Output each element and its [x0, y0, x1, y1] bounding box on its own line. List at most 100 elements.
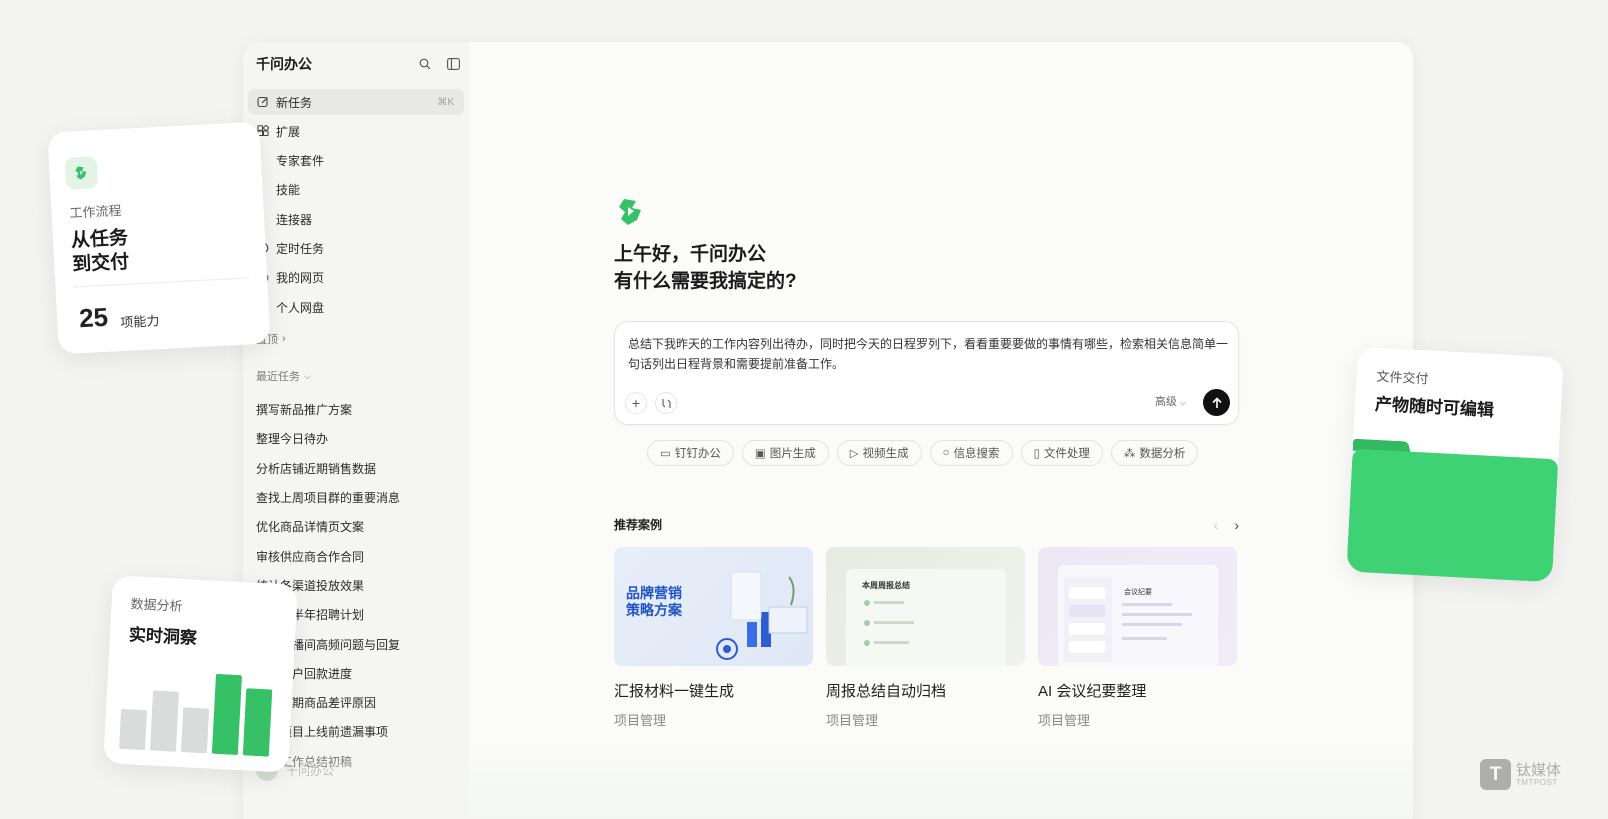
- recent-label: 最近任务: [256, 371, 300, 383]
- workflow-title: 从任务 到交付: [70, 227, 129, 278]
- sidebar-nav: 新任务 ⌘K 扩展 专家套件 技能 连接器 定时任务 我的网页 个人网盘: [248, 89, 464, 323]
- tmtpost-watermark: T 钛媒体 TMTPOST: [1480, 759, 1561, 790]
- sidebar-item-scheduled-tasks[interactable]: 定时任务: [248, 235, 464, 261]
- add-icon[interactable]: +: [625, 392, 647, 414]
- chip-label: 数据分析: [1139, 448, 1186, 460]
- chevron-right-icon[interactable]: ›: [1234, 517, 1239, 533]
- sidebar-item-expert-suite[interactable]: 专家套件: [248, 148, 464, 174]
- quick-action-chips: ▭ 钉钉办公 ▣ 图片生成 ▷ 视频生成 ○ 信息搜索 ▯ 文件处理 ⁂ 数据分析: [647, 440, 1199, 466]
- file-delivery-card: 文件交付 产物随时可编辑: [1346, 346, 1564, 583]
- case-card[interactable]: 本周周报总结 周报总结自动归档 项目管理: [826, 547, 1025, 729]
- divider: [73, 277, 250, 288]
- video-icon: ▷: [849, 448, 859, 460]
- list-preview-icon: [864, 600, 914, 646]
- main-fade: [469, 742, 1413, 819]
- list-item[interactable]: 优化商品详情页文案: [256, 512, 461, 541]
- list-item[interactable]: 查找上周项目群的重要消息: [256, 483, 461, 512]
- sidebar-item-label: 定时任务: [276, 241, 325, 256]
- chip-search[interactable]: ○ 信息搜索: [929, 440, 1013, 466]
- recommend-header: 推荐案例 ‹ ›: [614, 516, 1239, 533]
- case-thumbnail: 品牌营销 策略方案: [614, 547, 813, 666]
- image-icon: ▣: [754, 448, 766, 460]
- app-window: 千问办公 新任务 ⌘K 扩展 专家套件 技能 连接器 定时任务 我的网页 个人网…: [243, 42, 1413, 819]
- sidebar-item-skills[interactable]: 技能: [248, 177, 464, 203]
- recommend-title: 推荐案例: [614, 518, 663, 532]
- sidebar-item-label: 专家套件: [276, 154, 325, 169]
- list-item[interactable]: 撰写新品推广方案: [256, 395, 461, 424]
- workflow-title-line-2: 到交付: [71, 251, 130, 276]
- file-icon: ▯: [1033, 448, 1040, 460]
- advanced-label: 高级: [1154, 396, 1177, 408]
- chip-data-analysis[interactable]: ⁂ 数据分析: [1110, 440, 1199, 466]
- file-eyebrow: 文件交付: [1376, 368, 1429, 387]
- chip-file[interactable]: ▯ 文件处理: [1020, 440, 1103, 466]
- sidebar-item-extension[interactable]: 扩展: [248, 118, 464, 144]
- prompt-composer[interactable]: 总结下我昨天的工作内容列出待办，同时把今天的日程罗列下，看看重要要做的事情有哪些…: [614, 321, 1239, 425]
- list-item[interactable]: 整理今日待办: [256, 424, 461, 453]
- prompt-input[interactable]: 总结下我昨天的工作内容列出待办，同时把今天的日程罗列下，看看重要要做的事情有哪些…: [628, 334, 1228, 374]
- mini-bar: [180, 707, 210, 754]
- tools-icon[interactable]: [655, 392, 677, 414]
- workflow-card: 工作流程 从任务 到交付 25 项能力: [47, 121, 271, 355]
- main-panel: 上午好，千问办公 有什么需要我搞定的? 总结下我昨天的工作内容列出待办，同时把今…: [469, 42, 1413, 819]
- greeting: 上午好，千问办公 有什么需要我搞定的?: [614, 241, 797, 295]
- sidebar-header: 千问办公: [256, 53, 461, 75]
- list-item[interactable]: 审核供应商合作合同: [256, 541, 461, 570]
- sidebar-item-new-task[interactable]: 新任务 ⌘K: [248, 89, 464, 115]
- data-eyebrow: 数据分析: [130, 596, 183, 614]
- case-card[interactable]: 品牌营销 策略方案 汇报材料一键生成 项目管理: [614, 547, 813, 729]
- chip-label: 文件处理: [1043, 448, 1090, 460]
- case-title: 汇报材料一键生成: [614, 683, 735, 700]
- sidebar-toggle-icon[interactable]: [445, 56, 461, 72]
- greeting-line-1: 上午好，千问办公: [614, 244, 767, 265]
- meeting-list-icon: [1064, 577, 1192, 662]
- chip-label: 信息搜索: [953, 448, 1000, 460]
- data-analysis-card: 数据分析 实时洞察: [103, 575, 298, 773]
- chip-label: 钉钉办公: [674, 448, 721, 460]
- sidebar-item-label: 扩展: [276, 124, 301, 139]
- chip-video-gen[interactable]: ▷ 视频生成: [836, 440, 922, 466]
- watermark-name: 钛媒体: [1516, 761, 1562, 779]
- thumb-text: 品牌营销 策略方案: [626, 585, 682, 618]
- sidebar-item-label: 我的网页: [276, 271, 325, 286]
- advanced-dropdown[interactable]: 高级 ⌵: [1155, 393, 1186, 409]
- sidebar-item-label: 技能: [276, 183, 301, 198]
- case-cards: 品牌营销 策略方案 汇报材料一键生成 项目管理 本周周报总结 周报总结自动归档 …: [614, 547, 1237, 729]
- qianwen-logo-icon: [64, 156, 99, 190]
- bar-chart-illustration: [119, 673, 273, 757]
- sidebar-item-label: 连接器: [276, 212, 313, 227]
- sidebar-item-label: 个人网盘: [276, 300, 325, 315]
- chip-dingtalk[interactable]: ▭ 钉钉办公: [647, 440, 734, 466]
- greeting-line-2: 有什么需要我搞定的?: [614, 271, 797, 292]
- recent-tasks-header[interactable]: 最近任务 ⌵: [256, 368, 311, 384]
- sidebar-item-label: 新任务: [276, 95, 313, 110]
- case-category: 项目管理: [614, 713, 667, 728]
- app-title: 千问办公: [256, 56, 312, 72]
- user-name: 千问办公: [286, 763, 335, 778]
- case-category: 项目管理: [1038, 713, 1091, 728]
- sidebar-item-my-webpages[interactable]: 我的网页: [248, 265, 464, 291]
- laptop-illustration-icon: [716, 571, 808, 660]
- qianwen-logo-icon: [619, 199, 641, 225]
- data-title: 实时洞察: [128, 625, 198, 648]
- sidebar-item-connectors[interactable]: 连接器: [248, 206, 464, 232]
- sidebar-item-personal-drive[interactable]: 个人网盘: [248, 294, 464, 320]
- case-thumbnail: 本周周报总结: [826, 547, 1025, 666]
- list-item[interactable]: 分析店铺近期销售数据: [256, 454, 461, 483]
- chevron-down-icon: ⌵: [1179, 398, 1186, 407]
- chevron-left-icon[interactable]: ‹: [1214, 517, 1219, 533]
- capability-count: 25: [78, 301, 109, 334]
- mini-bar: [150, 690, 179, 752]
- mini-bar: [211, 673, 242, 755]
- chip-image-gen[interactable]: ▣ 图片生成: [741, 440, 829, 466]
- workflow-eyebrow: 工作流程: [69, 202, 122, 221]
- chevron-right-icon: ›: [282, 333, 286, 345]
- case-card[interactable]: 会议纪要 AI 会议纪要整理 项目管理: [1038, 547, 1237, 729]
- chip-label: 视频生成: [862, 448, 909, 460]
- search-icon[interactable]: [417, 56, 433, 72]
- search-icon: ○: [942, 447, 950, 459]
- laptop-icon: ▭: [660, 448, 671, 460]
- case-title: 周报总结自动归档: [826, 683, 947, 700]
- workflow-title-line-1: 从任务: [70, 227, 129, 252]
- send-button[interactable]: [1203, 389, 1230, 416]
